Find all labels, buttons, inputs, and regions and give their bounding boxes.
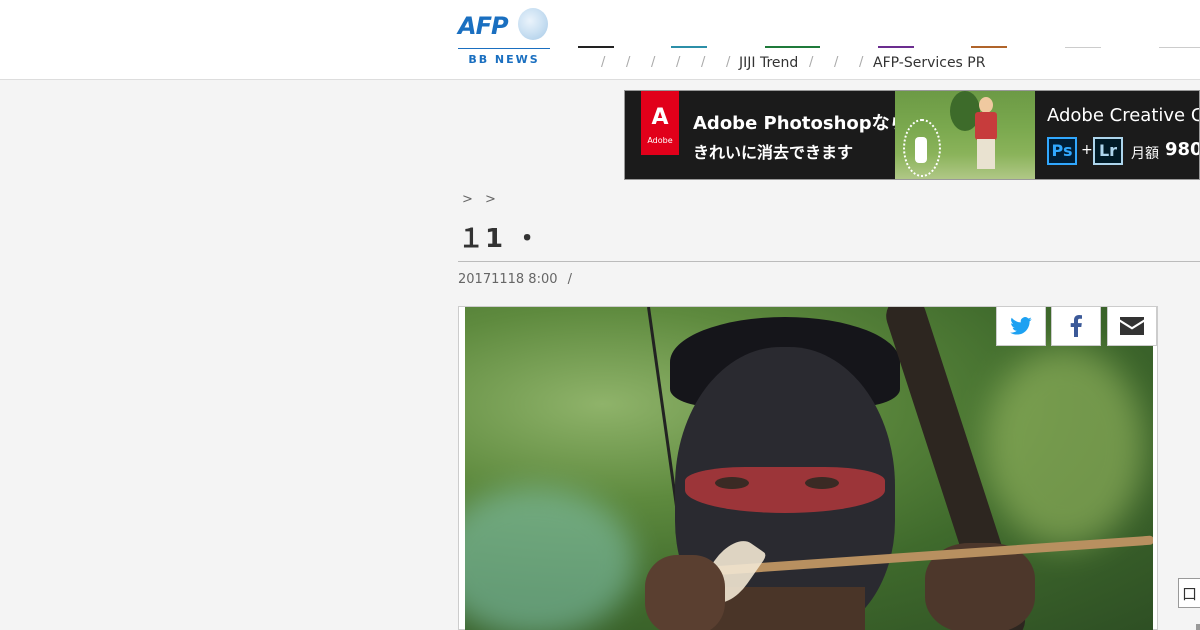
nav-separator: / <box>859 55 864 70</box>
nav-separator: / <box>809 55 814 70</box>
article-meta: 20171118 8:00 / <box>458 272 572 287</box>
share-facebook-button[interactable] <box>1051 306 1101 346</box>
ad-price: 980F <box>1165 139 1199 160</box>
logo-text: AFP <box>458 12 509 40</box>
facebook-icon <box>1070 315 1082 337</box>
ad-removed-person <box>915 137 927 163</box>
adobe-logo-mark: A <box>651 105 669 130</box>
nav-link-afp-services-pr[interactable]: AFP-Services PR <box>873 55 985 71</box>
ad-plus: + <box>1081 142 1093 158</box>
site-header: AFP BB NEWS / / / / / / JIJI Trend / / /… <box>0 0 1200 80</box>
nav-separator: / <box>701 55 706 70</box>
lightroom-icon: Lr <box>1093 137 1123 165</box>
ad-price-label: 月額 <box>1131 146 1159 162</box>
share-twitter-button[interactable] <box>996 306 1046 346</box>
ad-subheadline: きれいに消去できます <box>693 143 854 162</box>
banner-ad[interactable]: A Adobe Adobe Photoshopなら きれいに消去できます Ado… <box>624 90 1200 180</box>
nav-bar-7[interactable] <box>1159 47 1200 48</box>
article-photo-frame <box>458 306 1158 630</box>
subject-hand <box>645 555 725 630</box>
ad-child-figure <box>973 97 999 171</box>
nav-bar-5[interactable] <box>971 46 1007 48</box>
subject-eye <box>805 477 839 489</box>
nav-bar-3[interactable] <box>765 46 820 48</box>
nav-separator: / <box>726 55 731 70</box>
adobe-logo: A Adobe <box>641 91 679 155</box>
photo-background-blur <box>985 347 1145 547</box>
nav-separator: / <box>834 55 839 70</box>
meta-separator: / <box>567 272 573 287</box>
nav-bar-4[interactable] <box>878 46 914 48</box>
globe-icon <box>518 8 548 40</box>
ad-headline: Adobe Photoshopなら <box>693 113 908 134</box>
nav-separator: / <box>651 55 656 70</box>
article-date: 20171118 8:00 <box>458 272 558 287</box>
share-mail-button[interactable] <box>1107 306 1157 346</box>
title-divider <box>458 261 1200 262</box>
ad-child-head <box>979 97 993 113</box>
mail-icon <box>1120 317 1144 335</box>
breadcrumb[interactable]: > > <box>462 192 500 207</box>
twitter-icon <box>1010 317 1032 335</box>
subject-eye <box>715 477 749 489</box>
side-tab-button[interactable]: 口 <box>1178 578 1200 608</box>
nav-bar-2[interactable] <box>671 46 707 48</box>
face-paint <box>685 467 885 513</box>
ad-child-legs <box>977 139 995 169</box>
photoshop-icon: Ps <box>1047 137 1077 165</box>
nav-separator: / <box>676 55 681 70</box>
article-title: １1 ・ <box>458 224 542 254</box>
adobe-logo-word: Adobe <box>647 136 673 145</box>
nav-bar-1[interactable] <box>578 46 614 48</box>
photo-background-blur <box>465 487 635 630</box>
article-photo[interactable] <box>465 307 1153 630</box>
nav-bar-6[interactable] <box>1065 47 1101 48</box>
nav-link-jiji-trend[interactable]: JIJI Trend <box>739 55 798 71</box>
ad-child-shirt <box>975 112 997 140</box>
nav-separator: / <box>601 55 606 70</box>
nav-separator: / <box>626 55 631 70</box>
side-indicator <box>1196 624 1200 630</box>
ad-photo <box>895 91 1035 179</box>
logo-rule <box>458 48 550 49</box>
ad-product-title: Adobe Creative Clo <box>1047 105 1199 126</box>
logo-subtitle: BB NEWS <box>468 53 540 66</box>
afp-bb-news-logo[interactable]: AFP BB NEWS <box>458 8 550 66</box>
